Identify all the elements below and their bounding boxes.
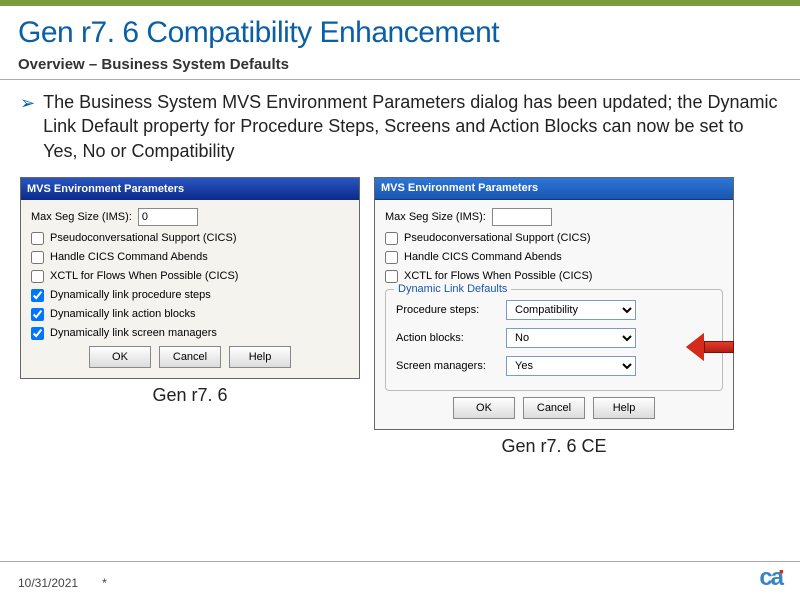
checkbox-label: Dynamically link action blocks (50, 308, 196, 320)
group-title: Dynamic Link Defaults (394, 283, 511, 295)
checkbox[interactable] (31, 289, 44, 302)
combo-select[interactable]: No (506, 328, 636, 348)
max-seg-label: Max Seg Size (IMS): (31, 211, 132, 223)
help-button[interactable]: Help (229, 346, 291, 368)
checkbox-label: XCTL for Flows When Possible (CICS) (404, 270, 592, 282)
checkbox[interactable] (385, 251, 398, 264)
ok-button[interactable]: OK (453, 397, 515, 419)
checkbox-label: Handle CICS Command Abends (50, 251, 208, 263)
old-caption: Gen r7. 6 (152, 385, 227, 406)
max-seg-input[interactable] (492, 208, 552, 226)
slide-footer: 10/31/2021 * (0, 576, 800, 590)
checkbox-row: Pseudoconversational Support (CICS) (385, 232, 723, 245)
checkbox-row: Handle CICS Command Abends (385, 251, 723, 264)
checkbox[interactable] (31, 251, 44, 264)
checkbox[interactable] (31, 270, 44, 283)
dialog-titlebar: MVS Environment Parameters (21, 178, 359, 200)
checkbox-label: Handle CICS Command Abends (404, 251, 562, 263)
combo-label: Action blocks: (396, 332, 506, 344)
help-button[interactable]: Help (593, 397, 655, 419)
dynamic-link-group: Dynamic Link Defaults Procedure steps:Co… (385, 289, 723, 391)
bullet-text: The Business System MVS Environment Para… (43, 90, 780, 163)
checkbox-label: Dynamically link procedure steps (50, 289, 211, 301)
new-dialog: MVS Environment Parameters Max Seg Size … (374, 177, 734, 430)
checkbox[interactable] (31, 327, 44, 340)
checkbox[interactable] (385, 232, 398, 245)
checkbox-label: XCTL for Flows When Possible (CICS) (50, 270, 238, 282)
new-caption: Gen r7. 6 CE (501, 436, 606, 457)
checkbox-row: Dynamically link action blocks (31, 308, 349, 321)
combo-label: Procedure steps: (396, 304, 506, 316)
slide-title: Gen r7. 6 Compatibility Enhancement (0, 6, 800, 54)
max-seg-input[interactable] (138, 208, 198, 226)
checkbox-label: Pseudoconversational Support (CICS) (50, 232, 236, 244)
max-seg-label: Max Seg Size (IMS): (385, 211, 486, 223)
old-dialog: MVS Environment Parameters Max Seg Size … (20, 177, 360, 379)
checkbox[interactable] (31, 308, 44, 321)
bullet-item: ➢ The Business System MVS Environment Pa… (20, 90, 780, 163)
checkbox-row: XCTL for Flows When Possible (CICS) (31, 270, 349, 283)
checkbox-row: Dynamically link procedure steps (31, 289, 349, 302)
footer-mark: * (102, 576, 107, 590)
checkbox-row: Handle CICS Command Abends (31, 251, 349, 264)
ca-logo: ca▪ (759, 563, 782, 592)
checkbox-label: Dynamically link screen managers (50, 327, 217, 339)
footer-date: 10/31/2021 (18, 576, 78, 590)
combo-label: Screen managers: (396, 360, 506, 372)
ok-button[interactable]: OK (89, 346, 151, 368)
highlight-arrow-icon (686, 333, 738, 361)
dialog-titlebar: MVS Environment Parameters (375, 178, 733, 200)
checkbox-label: Pseudoconversational Support (CICS) (404, 232, 590, 244)
combo-select[interactable]: Compatibility (506, 300, 636, 320)
combo-row: Procedure steps:Compatibility (396, 300, 712, 320)
checkbox-row: Pseudoconversational Support (CICS) (31, 232, 349, 245)
combo-row: Screen managers:Yes (396, 356, 712, 376)
combo-row: Action blocks:No (396, 328, 712, 348)
combo-select[interactable]: Yes (506, 356, 636, 376)
cancel-button[interactable]: Cancel (159, 346, 221, 368)
checkbox-row: XCTL for Flows When Possible (CICS) (385, 270, 723, 283)
chevron-icon: ➢ (20, 91, 35, 163)
checkbox[interactable] (385, 270, 398, 283)
checkbox[interactable] (31, 232, 44, 245)
cancel-button[interactable]: Cancel (523, 397, 585, 419)
slide-subtitle: Overview – Business System Defaults (0, 54, 800, 80)
checkbox-row: Dynamically link screen managers (31, 327, 349, 340)
